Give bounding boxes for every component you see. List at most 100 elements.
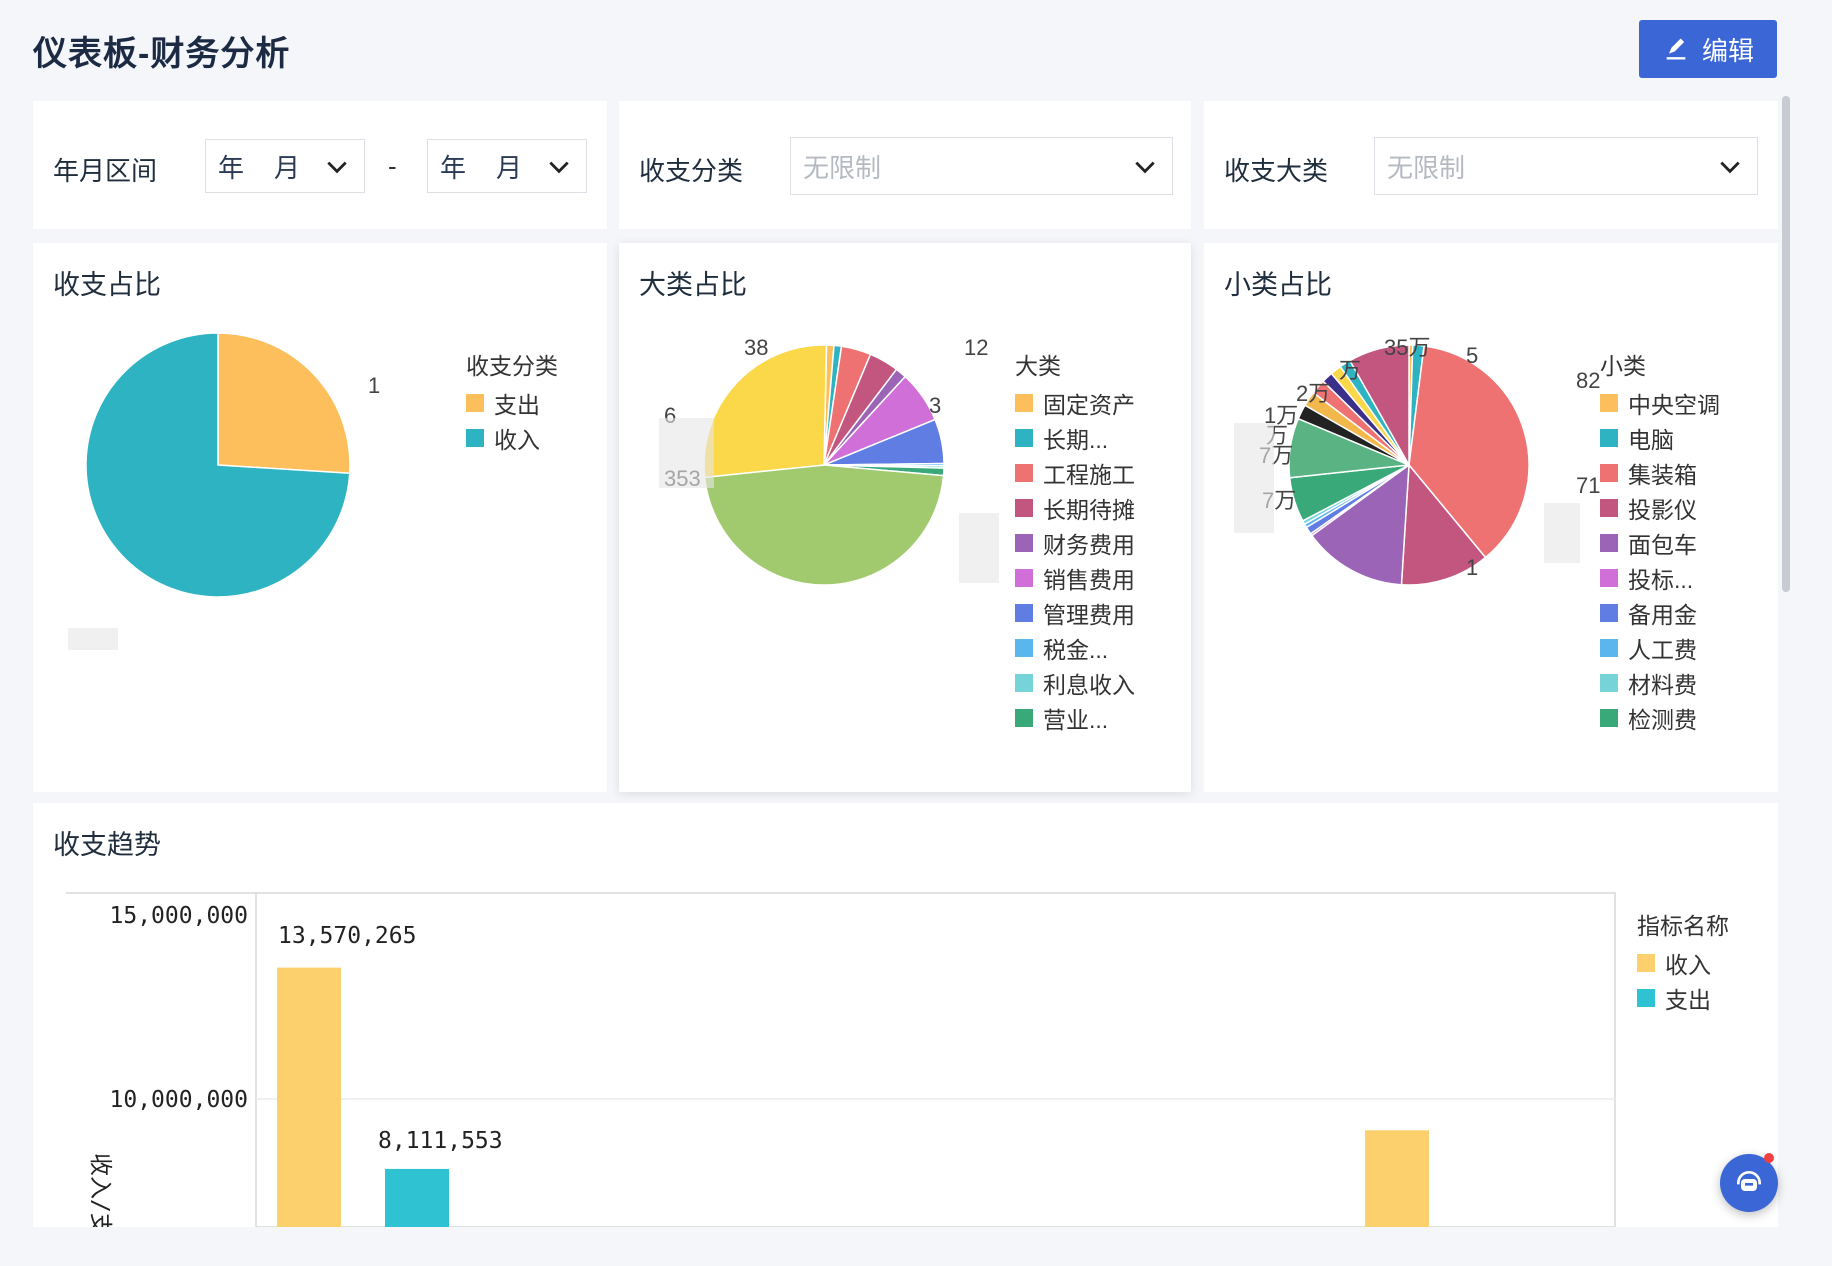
edit-button-label: 编辑 <box>1701 35 1754 66</box>
legend-swatch <box>466 429 484 447</box>
legend-item[interactable]: 长期... <box>1015 421 1108 455</box>
minor-card: 小类占比 35万 5 万 2万 1万万 7万 7万 82 71 1 小类 中央空调 电脑 集装箱 投影仪… <box>1204 243 1778 792</box>
legend-item[interactable]: 支出 <box>466 386 540 420</box>
category-placeholder: 无限制 <box>803 152 882 183</box>
y-axis-label: 收入/支 <box>87 1153 113 1227</box>
legend-label: 材料费 <box>1628 672 1697 698</box>
legend-swatch <box>1015 429 1033 447</box>
major-category-select[interactable]: 无限制 <box>1374 137 1758 195</box>
ratio-legend-title: 收支分类 <box>466 353 558 379</box>
legend-item[interactable]: 固定资产 <box>1015 386 1135 420</box>
end-month-picker[interactable]: 年 月 <box>427 139 587 193</box>
blurred-label <box>659 418 714 488</box>
legend-item[interactable]: 利息收入 <box>1015 666 1135 700</box>
slice-label: 3 <box>929 393 941 418</box>
legend-swatch <box>1637 989 1655 1007</box>
chevron-down-icon <box>1135 161 1155 174</box>
vertical-scrollbar[interactable] <box>1782 96 1790 592</box>
y-tick-label: 10,000,000 <box>110 1087 248 1113</box>
blurred-label <box>68 628 118 650</box>
legend-item[interactable]: 管理费用 <box>1015 596 1135 630</box>
slice-label: 71 <box>1576 473 1600 498</box>
legend-swatch <box>1015 604 1033 622</box>
legend-item[interactable]: 财务费用 <box>1015 526 1135 560</box>
pie-slice[interactable] <box>703 344 828 479</box>
trend-card: 收支趋势 15,000,000 10,000,000 收入/支 13,570,265 8… <box>33 803 1778 1227</box>
legend-label: 面包车 <box>1628 532 1697 558</box>
legend-item[interactable]: 营业... <box>1015 701 1108 735</box>
start-month-picker[interactable]: 年 月 <box>205 139 365 193</box>
legend-label: 税金... <box>1043 637 1109 663</box>
bar[interactable] <box>1365 1130 1429 1227</box>
date-range-separator: - <box>388 151 397 181</box>
bar-label: 8,111,553 <box>378 1128 503 1154</box>
legend-item[interactable]: 中央空调 <box>1600 386 1720 420</box>
legend-item[interactable]: 投影仪 <box>1600 491 1697 525</box>
legend-label: 中央空调 <box>1628 392 1720 418</box>
legend-label: 财务费用 <box>1043 532 1135 558</box>
legend-item[interactable]: 人工费 <box>1600 631 1697 665</box>
legend-label: 投影仪 <box>1628 497 1697 523</box>
slice-label: 12 <box>964 335 988 360</box>
filter-card-category: 收支分类 无限制 <box>619 101 1191 229</box>
legend-swatch <box>1015 674 1033 692</box>
category-select[interactable]: 无限制 <box>790 137 1173 195</box>
notification-dot <box>1764 1153 1774 1163</box>
trend-bar-chart[interactable]: 15,000,000 10,000,000 收入/支 13,570,265 8,111,… <box>33 803 1778 1227</box>
legend-item[interactable]: 检测费 <box>1600 701 1697 735</box>
legend-item[interactable]: 电脑 <box>1600 421 1674 455</box>
legend-item[interactable]: 支出 <box>1637 981 1711 1015</box>
legend-item[interactable]: 备用金 <box>1600 596 1697 630</box>
legend-swatch <box>1015 569 1033 587</box>
legend-swatch <box>1600 604 1618 622</box>
legend-label: 检测费 <box>1628 707 1697 733</box>
legend-label: 收入 <box>1665 952 1711 978</box>
pie-slice[interactable] <box>703 464 945 586</box>
legend-swatch <box>1600 569 1618 587</box>
page-title: 仪表板-财务分析 <box>33 35 291 73</box>
legend-item[interactable]: 工程施工 <box>1015 456 1135 490</box>
legend-label: 固定资产 <box>1043 392 1135 418</box>
legend-item[interactable]: 长期待摊 <box>1015 491 1135 525</box>
slice-label: 1 <box>368 373 380 398</box>
legend-swatch <box>1637 954 1655 972</box>
legend-item[interactable]: 集装箱 <box>1600 456 1697 490</box>
major-legend-title: 大类 <box>1015 353 1061 379</box>
legend-label: 工程施工 <box>1043 462 1135 488</box>
headset-icon <box>1737 1171 1761 1191</box>
legend-swatch <box>1600 639 1618 657</box>
legend-label: 支出 <box>1665 987 1711 1013</box>
legend-swatch <box>1015 464 1033 482</box>
end-month-text: 月 <box>496 152 523 183</box>
ratio-pie-chart[interactable]: 1 <box>33 243 607 792</box>
legend-swatch <box>1015 709 1033 727</box>
legend-item[interactable]: 收入 <box>466 421 540 455</box>
pie-slice[interactable] <box>217 332 351 475</box>
bar-label: 13,570,265 <box>278 923 416 949</box>
legend-item[interactable]: 销售费用 <box>1015 561 1135 595</box>
legend-swatch <box>1015 499 1033 517</box>
legend-item[interactable]: 面包车 <box>1600 526 1697 560</box>
legend-label: 管理费用 <box>1043 602 1135 628</box>
ratio-legend: 支出 收入 <box>466 386 606 466</box>
legend-item[interactable]: 投标... <box>1600 561 1693 595</box>
start-year-text: 年 <box>218 152 245 183</box>
legend-item[interactable]: 材料费 <box>1600 666 1697 700</box>
chevron-down-icon <box>327 161 347 174</box>
filter-card-major-category: 收支大类 无限制 <box>1204 101 1778 229</box>
legend-swatch <box>1015 394 1033 412</box>
legend-swatch <box>1600 499 1618 517</box>
slice-label: 1 <box>1466 555 1478 580</box>
slice-label: 万 <box>1339 358 1361 383</box>
blurred-label <box>1234 423 1274 533</box>
legend-swatch <box>1600 534 1618 552</box>
bar[interactable] <box>277 967 341 1227</box>
bar[interactable] <box>385 1168 449 1227</box>
edit-button[interactable]: 编辑 <box>1639 20 1777 78</box>
legend-item[interactable]: 税金... <box>1015 631 1108 665</box>
start-month-text: 月 <box>274 152 301 183</box>
legend-swatch <box>1600 429 1618 447</box>
legend-label: 营业... <box>1043 707 1109 733</box>
legend-item[interactable]: 收入 <box>1637 946 1711 980</box>
filter-card-date: 年月区间 年 月 - 年 月 <box>33 101 607 229</box>
